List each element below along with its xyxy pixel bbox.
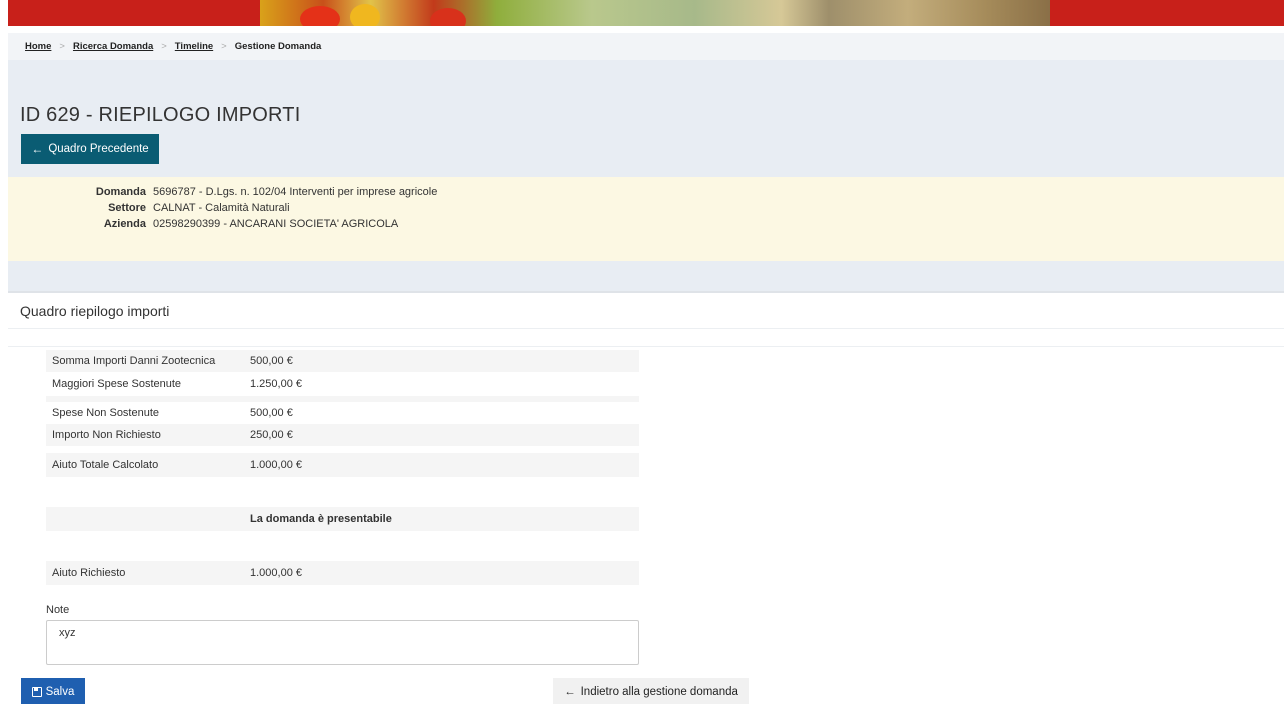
info-settore-value: CALNAT - Calamità Naturali [153, 202, 290, 214]
info-domanda-value: 5696787 - D.Lgs. n. 102/04 Interventi pe… [153, 186, 438, 198]
aiuto-richiesto-label: Aiuto Richiesto [52, 567, 126, 579]
page-header: ID 629 - RIEPILOGO IMPORTI ← Quadro Prec… [8, 60, 1284, 177]
breadcrumb-separator: > [161, 41, 167, 52]
info-azienda-label: Azienda [103, 218, 146, 230]
breadcrumb-separator: > [221, 41, 227, 52]
row-value: 500,00 € [250, 407, 293, 419]
back-to-gestione-button[interactable]: ← Indietro alla gestione domanda [553, 678, 749, 704]
floppy-disk-icon [31, 687, 42, 697]
row-label: Importo Non Richiesto [52, 429, 161, 441]
table-divider [46, 446, 639, 452]
row-value: 500,00 € [250, 355, 293, 367]
table-row: Aiuto Richiesto 1.000,00 € [46, 561, 639, 585]
row-label: Spese Non Sostenute [52, 407, 160, 419]
info-azienda-value: 02598290399 - ANCARANI SOCIETA' AGRICOLA [153, 218, 399, 230]
panel-title: Quadro riepilogo importi [8, 293, 1284, 329]
breadcrumb-ricerca-domanda[interactable]: Ricerca Domanda [73, 41, 153, 52]
table-row: Maggiori Spese Sostenute 1.250,00 € [46, 373, 639, 395]
page-title: ID 629 - RIEPILOGO IMPORTI [20, 104, 301, 126]
note-textarea[interactable]: xyz [46, 620, 639, 665]
riepilogo-panel: Quadro riepilogo importi Somma Importi D… [8, 291, 1284, 704]
table-row: Somma Importi Danni Zootecnica 500,00 € [46, 350, 639, 372]
info-domanda: Domanda 5696787 - D.Lgs. n. 102/04 Inter… [8, 186, 437, 202]
row-value: 1.250,00 € [250, 378, 302, 390]
row-value: 250,00 € [250, 429, 293, 441]
table-row: Importo Non Richiesto 250,00 € [46, 424, 639, 446]
breadcrumb-separator: > [59, 41, 65, 52]
breadcrumb-home[interactable]: Home [25, 41, 51, 52]
status-row: La domanda è presentabile [46, 507, 639, 531]
aiuto-richiesto-value: 1.000,00 € [250, 567, 302, 579]
quadro-precedente-label: Quadro Precedente [48, 143, 149, 155]
status-message: La domanda è presentabile [250, 513, 392, 525]
domanda-info: Domanda 5696787 - D.Lgs. n. 102/04 Inter… [8, 177, 1284, 261]
info-domanda-label: Domanda [95, 186, 146, 198]
row-label: Somma Importi Danni Zootecnica [52, 355, 216, 367]
save-label: Salva [45, 686, 75, 698]
quadro-precedente-button[interactable]: ← Quadro Precedente [21, 134, 159, 164]
banner-image [260, 0, 1050, 26]
row-label: Aiuto Totale Calcolato [52, 459, 159, 471]
back-to-gestione-label: Indietro alla gestione domanda [580, 686, 738, 698]
row-label: Maggiori Spese Sostenute [52, 378, 182, 390]
breadcrumb: Home > Ricerca Domanda > Timeline > Gest… [8, 33, 1284, 60]
breadcrumb-current: Gestione Domanda [234, 41, 322, 52]
save-button[interactable]: Salva [21, 678, 85, 704]
arrow-left-icon: ← [31, 142, 44, 156]
arrow-left-icon: ← [564, 686, 576, 698]
table-row: Spese Non Sostenute 500,00 € [46, 402, 639, 424]
info-azienda: Azienda 02598290399 - ANCARANI SOCIETA' … [8, 218, 398, 234]
info-settore-label: Settore [108, 202, 146, 214]
panel-subheader [8, 329, 1284, 347]
header-banner [8, 0, 1284, 26]
breadcrumb-timeline[interactable]: Timeline [175, 41, 213, 52]
note-label: Note [46, 604, 70, 616]
table-row: Aiuto Totale Calcolato 1.000,00 € [46, 453, 639, 477]
spacer [8, 261, 1284, 291]
info-settore: Settore CALNAT - Calamità Naturali [8, 202, 290, 218]
row-value: 1.000,00 € [250, 459, 302, 471]
